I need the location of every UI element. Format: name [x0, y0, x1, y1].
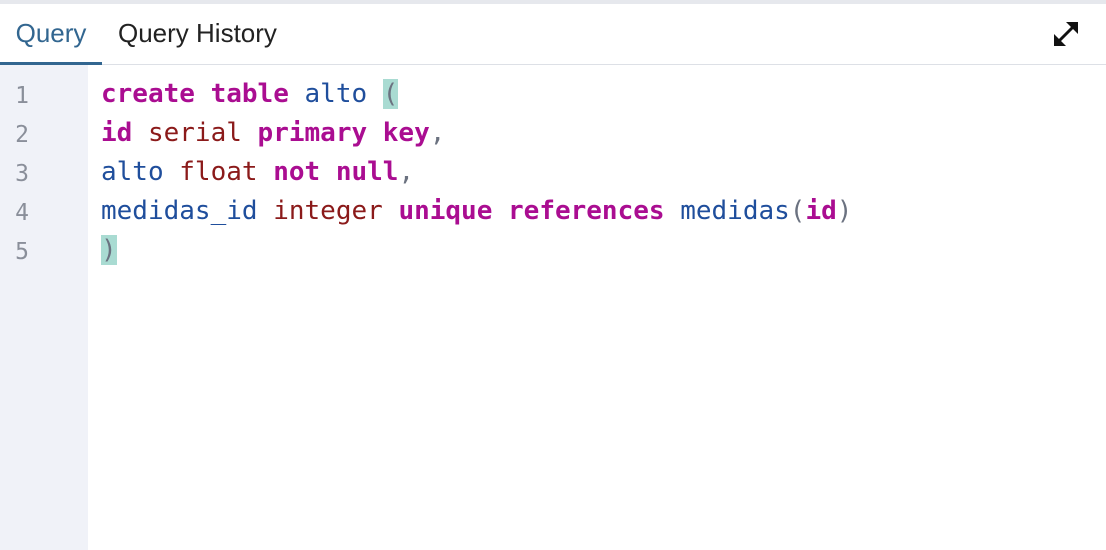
code-keyword: key	[382, 118, 430, 148]
code-keyword: id	[805, 196, 837, 226]
code-keyword: not	[273, 157, 321, 187]
code-punctuation: )	[836, 196, 853, 226]
code-identifier: alto	[101, 157, 164, 187]
tab-query[interactable]: Query	[0, 4, 102, 65]
line-number: 4	[15, 200, 29, 226]
code-identifier: alto	[304, 79, 368, 109]
code-keyword: null	[335, 157, 399, 187]
code-line: create table alto (	[101, 75, 399, 114]
code-line: medidas_id integer unique references med…	[101, 192, 852, 231]
code-keyword: primary	[257, 118, 368, 148]
code-punctuation: (	[789, 196, 806, 226]
line-number: 5	[15, 239, 29, 265]
code-editor[interactable]: 1 2 3 4 5 create table alto ( id serial …	[0, 65, 1106, 550]
code-line: id serial primary key,	[101, 114, 445, 153]
code-bracket-highlight: )	[101, 235, 117, 265]
code-line: alto float not null,	[101, 153, 414, 192]
code-keyword: references	[508, 196, 665, 226]
line-number: 1	[15, 83, 29, 109]
tab-query-history[interactable]: Query History	[118, 4, 277, 64]
code-type: integer	[273, 196, 383, 226]
code-punctuation: ,	[398, 157, 415, 187]
code-type: float	[179, 157, 258, 187]
line-number: 3	[15, 161, 29, 187]
expand-icon[interactable]	[1050, 18, 1082, 50]
code-identifier: medidas	[680, 196, 790, 226]
tab-bar: Query Query History	[0, 4, 1106, 65]
line-number-gutter: 1 2 3 4 5	[0, 65, 88, 550]
code-keyword: table	[210, 79, 289, 109]
code-bracket-highlight: (	[382, 79, 399, 109]
code-line: )	[101, 231, 117, 270]
code-keyword: id	[101, 118, 133, 148]
code-keyword: create	[101, 79, 195, 109]
code-keyword: unique	[398, 196, 493, 226]
code-type: serial	[147, 118, 242, 148]
code-punctuation: ,	[429, 118, 446, 148]
line-number: 2	[15, 122, 29, 148]
code-identifier: medidas_id	[101, 196, 258, 226]
